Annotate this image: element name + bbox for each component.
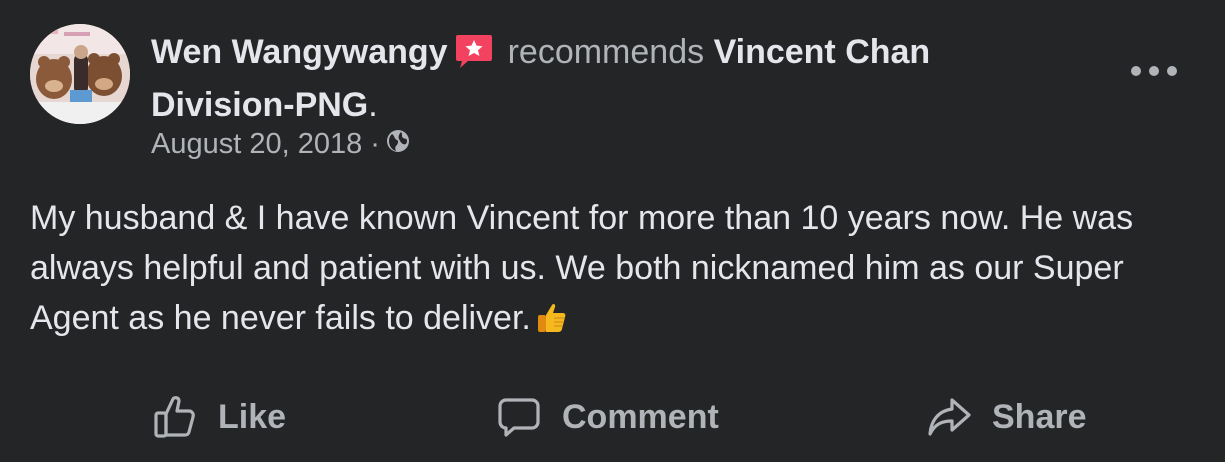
more-dot-icon — [1149, 66, 1159, 76]
author-avatar[interactable] — [30, 24, 130, 124]
post-date[interactable]: August 20, 2018 — [151, 128, 362, 161]
share-arrow-icon — [928, 398, 971, 436]
author-name[interactable]: Wen Wangywangy — [151, 33, 448, 71]
post-body: My husband & I have known Vincent for mo… — [30, 193, 1205, 349]
avatar-photo — [30, 24, 130, 124]
header-period: . — [368, 86, 378, 124]
recommendation-post: Wen Wangywangy recommends Vincent Chan Di… — [0, 0, 1225, 462]
globe-icon[interactable] — [386, 128, 410, 161]
thumbs-up-emoji-icon — [535, 299, 569, 349]
recommends-label: recommends — [507, 33, 705, 71]
post-header: Wen Wangywangy recommends Vincent Chan Di… — [151, 29, 1071, 129]
comment-bubble-icon — [498, 398, 540, 437]
like-label: Like — [218, 397, 287, 436]
post-meta: August 20, 2018 · — [151, 128, 410, 161]
share-button[interactable]: Share — [926, 385, 1087, 449]
post-actions-bar: Like Comment Share — [0, 385, 1225, 449]
more-dot-icon — [1167, 66, 1177, 76]
comment-button[interactable]: Comment — [496, 385, 719, 449]
comment-label: Comment — [562, 397, 719, 436]
like-thumb-icon — [154, 396, 195, 438]
more-options-button[interactable] — [1131, 58, 1177, 84]
share-label: Share — [992, 397, 1087, 436]
post-body-text: My husband & I have known Vincent for mo… — [30, 199, 1134, 337]
recommend-star-icon — [454, 33, 494, 82]
more-dot-icon — [1131, 66, 1141, 76]
meta-separator: · — [370, 128, 380, 160]
like-button[interactable]: Like — [152, 385, 286, 449]
